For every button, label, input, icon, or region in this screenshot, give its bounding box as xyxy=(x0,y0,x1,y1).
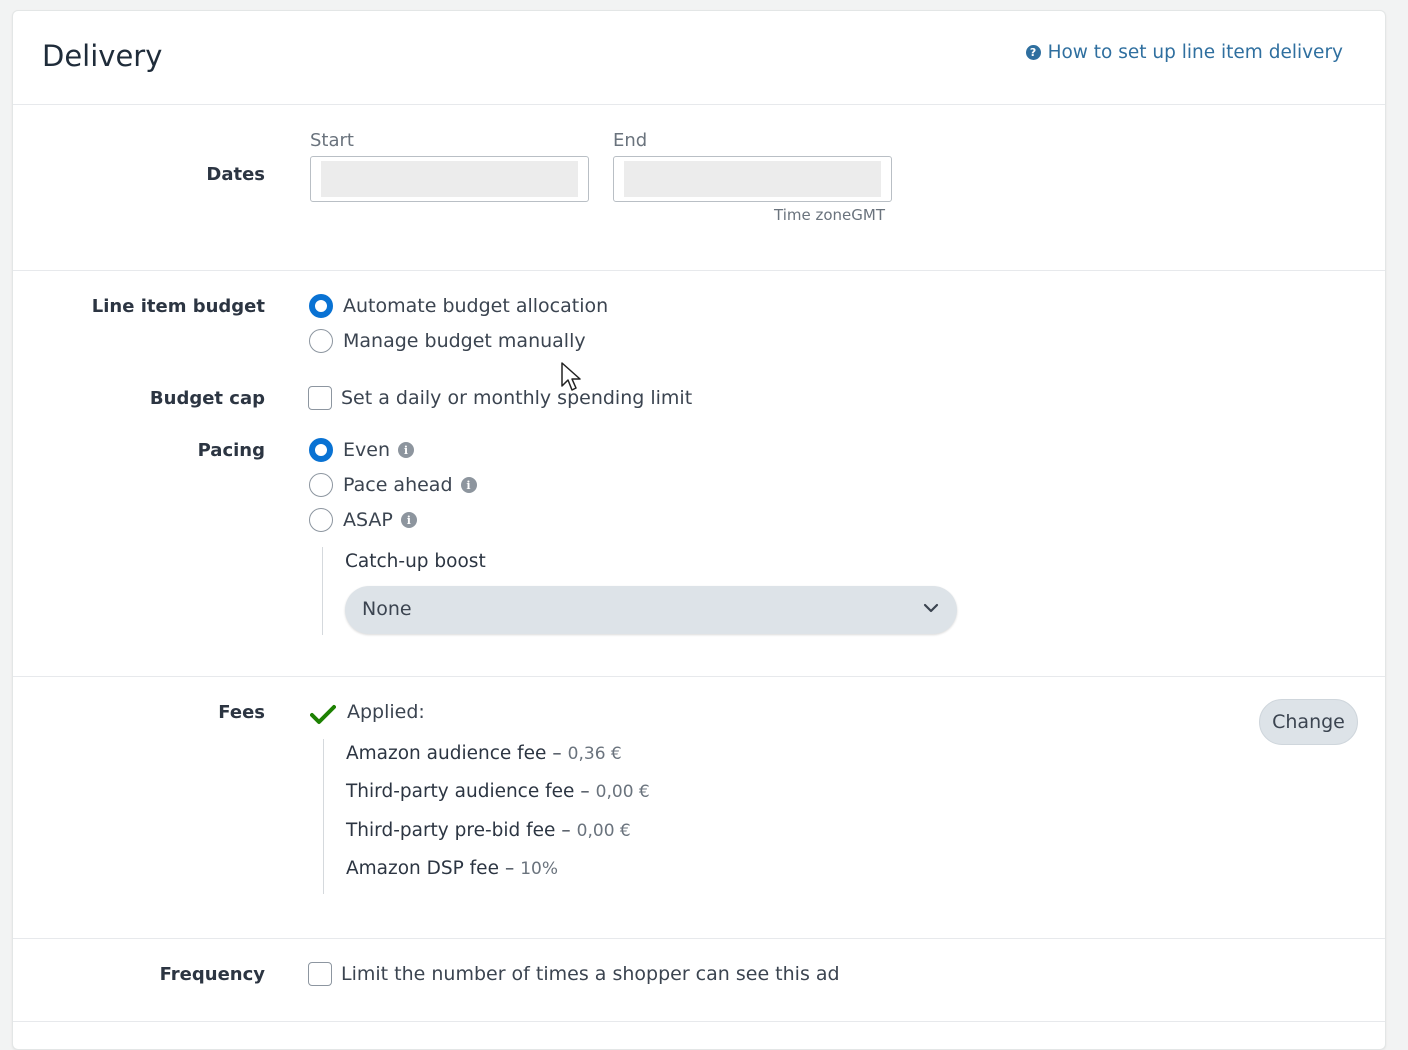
radio-label: ASAP xyxy=(343,509,393,531)
dates-label: Dates xyxy=(206,164,265,185)
checkbox[interactable] xyxy=(308,962,332,986)
divider xyxy=(13,270,1385,271)
radio-button[interactable] xyxy=(309,473,333,497)
fee-amount: 0,36 € xyxy=(567,744,622,764)
checkbox[interactable] xyxy=(308,386,332,410)
info-icon[interactable]: i xyxy=(460,477,477,493)
mouse-cursor-icon xyxy=(561,362,581,391)
fee-item: Third-party audience fee –0,00 € xyxy=(346,781,650,802)
budget-cap-checkbox[interactable]: Set a daily or monthly spending limit xyxy=(308,386,692,410)
checkbox-label: Limit the number of times a shopper can … xyxy=(341,963,840,985)
radio-button[interactable] xyxy=(309,508,333,532)
fee-name: Amazon audience fee xyxy=(346,743,547,764)
chevron-down-icon xyxy=(923,603,939,613)
question-icon: ? xyxy=(1025,45,1041,60)
fee-item: Third-party pre-bid fee –0,00 € xyxy=(346,820,631,841)
change-fees-button[interactable]: Change xyxy=(1259,699,1358,745)
radio-button[interactable] xyxy=(309,294,333,318)
frequency-checkbox[interactable]: Limit the number of times a shopper can … xyxy=(308,962,840,986)
info-icon[interactable]: i xyxy=(397,442,414,458)
start-date-label: Start xyxy=(310,130,354,151)
radio-button[interactable] xyxy=(309,438,333,462)
select-value: None xyxy=(362,598,412,620)
fees-label: Fees xyxy=(218,702,265,723)
radio-automate-budget[interactable]: Automate budget allocation xyxy=(309,294,608,318)
budget-cap-label: Budget cap xyxy=(149,388,265,409)
fee-name: Third-party audience fee xyxy=(346,781,575,802)
radio-label: Automate budget allocation xyxy=(343,295,609,317)
radio-pacing-asap[interactable]: ASAP i xyxy=(309,508,417,532)
catch-up-boost-label: Catch-up boost xyxy=(345,551,486,572)
radio-pacing-even[interactable]: Even i xyxy=(309,438,414,462)
divider xyxy=(13,1021,1385,1022)
radio-label: Pace ahead xyxy=(343,474,453,496)
radio-button[interactable] xyxy=(309,329,333,353)
info-icon[interactable]: i xyxy=(400,512,417,528)
help-link-text: How to set up line item delivery xyxy=(1047,42,1343,63)
indent-line xyxy=(323,739,324,894)
checkmark-icon xyxy=(310,705,336,724)
card-header: Delivery ? How to set up line item deliv… xyxy=(13,11,1385,105)
start-date-input[interactable] xyxy=(310,156,589,202)
frequency-label: Frequency xyxy=(159,964,265,985)
indent-line xyxy=(322,547,323,635)
end-date-input[interactable] xyxy=(613,156,892,202)
radio-manual-budget[interactable]: Manage budget manually xyxy=(309,329,586,353)
fees-applied-text: Applied: xyxy=(347,701,425,723)
pacing-label: Pacing xyxy=(197,440,265,461)
fee-amount: 10% xyxy=(520,859,558,879)
catch-up-boost-select[interactable]: None xyxy=(345,586,957,634)
divider xyxy=(13,676,1385,677)
end-date-label: End xyxy=(613,130,648,151)
fee-amount: 0,00 € xyxy=(595,782,650,802)
divider xyxy=(13,938,1385,939)
fee-item: Amazon audience fee –0,36 € xyxy=(346,743,622,764)
checkbox-label: Set a daily or monthly spending limit xyxy=(341,387,693,409)
page-title: Delivery xyxy=(42,39,163,73)
radio-label: Manage budget manually xyxy=(343,330,586,352)
help-link[interactable]: ? How to set up line item delivery xyxy=(1025,42,1343,63)
fee-name: Amazon DSP fee xyxy=(346,858,499,879)
budget-label: Line item budget xyxy=(91,296,265,317)
fee-item: Amazon DSP fee –10% xyxy=(346,858,558,879)
delivery-card: Delivery ? How to set up line item deliv… xyxy=(12,10,1386,1050)
timezone-text: Time zoneGMT xyxy=(774,206,885,224)
fee-name: Third-party pre-bid fee xyxy=(346,820,556,841)
radio-label: Even xyxy=(343,439,390,461)
radio-pacing-pace-ahead[interactable]: Pace ahead i xyxy=(309,473,477,497)
fee-amount: 0,00 € xyxy=(576,821,631,841)
